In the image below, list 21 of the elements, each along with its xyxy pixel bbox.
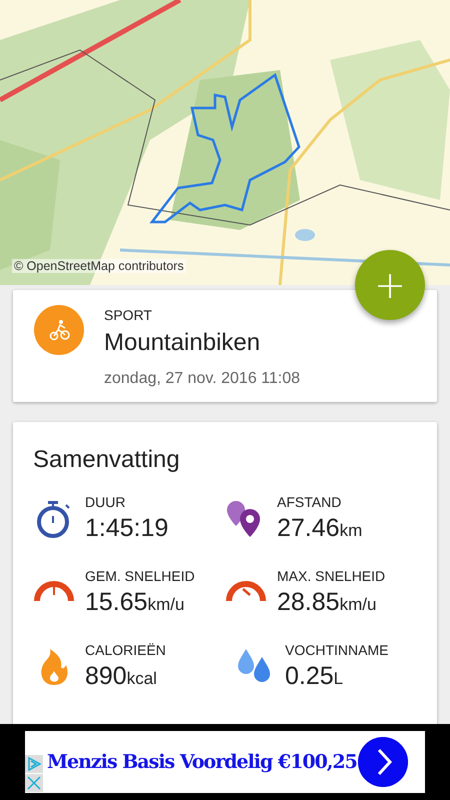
summary-title: Samenvatting (33, 446, 181, 474)
activity-date: zondag, 27 nov. 2016 11:08 (104, 370, 300, 388)
stat-value: 0.25L (285, 662, 344, 691)
close-icon[interactable] (25, 774, 43, 792)
stat-label: MAX. SNELHEID (277, 568, 386, 584)
stat-label: AFSTAND (277, 494, 342, 510)
stat-value: 27.46km (277, 514, 362, 543)
sport-name: Mountainbiken (104, 329, 260, 357)
map-attribution: © OpenStreetMap contributors (12, 259, 186, 273)
sport-label: SPORT (104, 307, 152, 323)
stat-label: CALORIEËN (85, 642, 166, 658)
stat-value: 890kcal (85, 662, 158, 691)
chevron-right-icon[interactable] (358, 737, 408, 787)
stat-value: 28.85km/u (277, 588, 378, 617)
ad-banner[interactable]: Menzis Basis Voordelig €100,25 (25, 731, 425, 793)
stat-value: 15.65km/u (85, 588, 186, 617)
stat-label: GEM. SNELHEID (85, 568, 195, 584)
cyclist-icon (34, 305, 84, 355)
stat-value: 1:45:19 (85, 514, 168, 543)
stat-label: VOCHTINNAME (285, 642, 388, 658)
stat-label: DUUR (85, 494, 126, 510)
